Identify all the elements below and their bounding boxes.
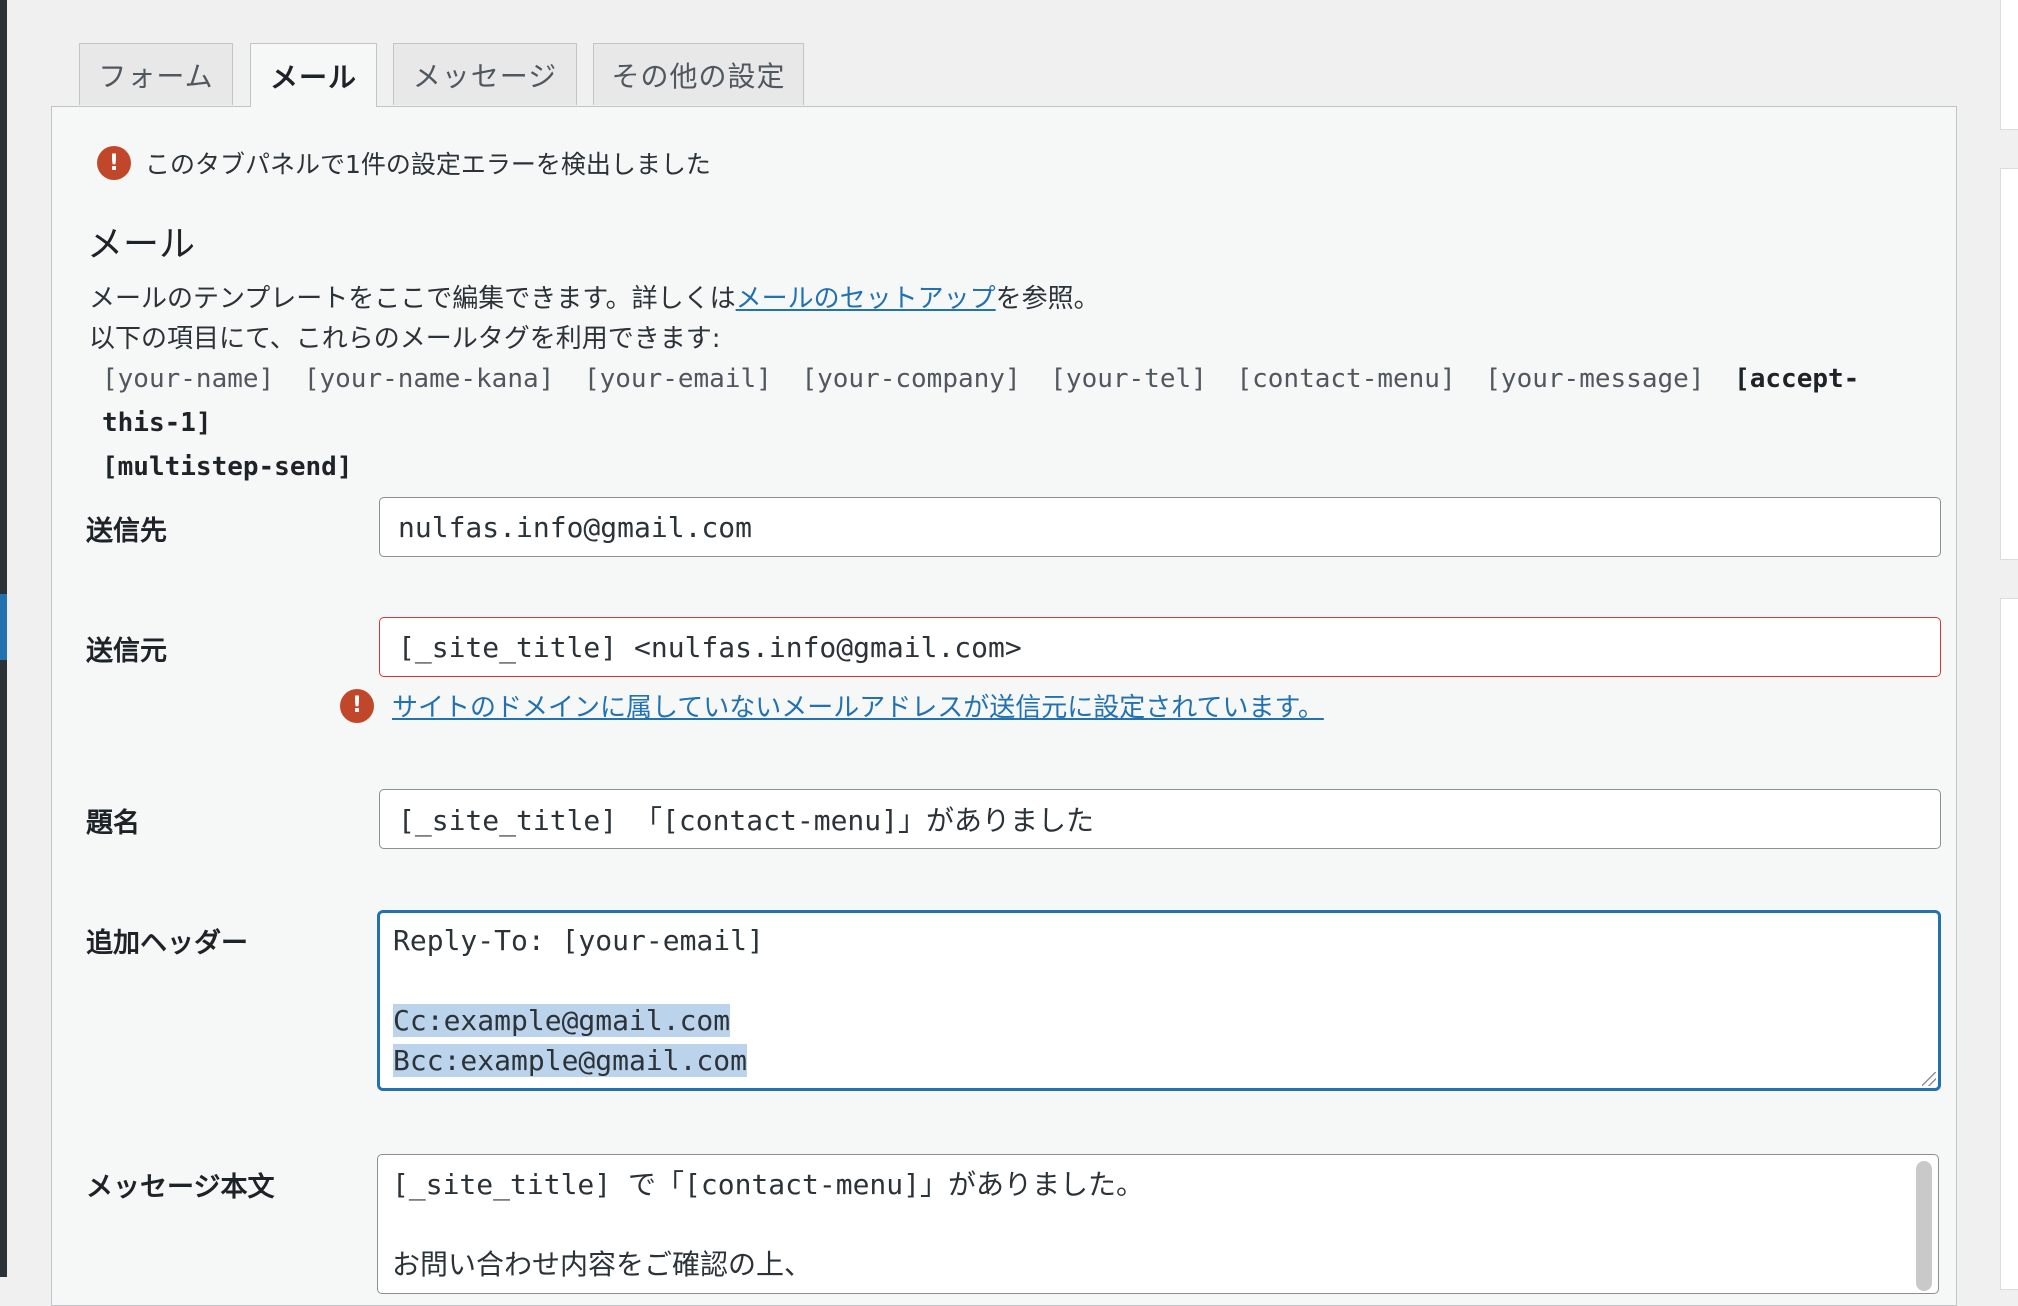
tab-additional-settings[interactable]: その他の設定	[593, 43, 804, 105]
error-summary-text: このタブパネルで1件の設定エラーを検出しました	[145, 150, 711, 179]
additional-headers-label: 追加ヘッダー	[86, 928, 248, 959]
tab-mail[interactable]: メール	[250, 43, 377, 107]
textarea-line	[393, 961, 1925, 1001]
mailtag: [your-name]	[102, 364, 275, 394]
additional-headers-textarea[interactable]: Reply-To: [your-email] Cc:example@gmail.…	[377, 910, 1941, 1091]
message-body-textarea[interactable]: [_site_title] で「[contact-menu]」がありました。 お…	[377, 1154, 1939, 1294]
tab-label: メッセージ	[412, 59, 558, 93]
mailtags-list: [your-name] [your-name-kana] [your-email…	[102, 357, 1922, 489]
mailtags-intro: 以下の項目にて、これらのメールタグを利用できます:	[89, 324, 721, 354]
from-error-link[interactable]: サイトのドメインに属していないメールアドレスが送信元に設定されています。	[392, 687, 1324, 724]
tab-form[interactable]: フォーム	[79, 43, 233, 105]
section-title: メール	[87, 224, 196, 265]
tab-messages[interactable]: メッセージ	[393, 43, 577, 105]
subject-label: 題名	[86, 808, 140, 839]
textarea-line: [_site_title] で「[contact-menu]」がありました。	[392, 1168, 1145, 1201]
side-box	[2000, 168, 2018, 560]
error-icon: !	[97, 146, 131, 180]
to-field[interactable]: nulfas.info@gmail.com	[379, 497, 1941, 557]
error-icon: !	[340, 688, 374, 723]
from-label: 送信元	[86, 636, 167, 667]
description-text: メールのテンプレートをここで編集できます。詳しくは	[89, 284, 736, 314]
subject-field[interactable]: [_site_title] 「[contact-menu]」がありました	[379, 789, 1941, 849]
textarea-line: お問い合わせ内容をご確認の上、	[392, 1248, 813, 1281]
mailtag: [your-message]	[1485, 364, 1705, 394]
mailtag: [your-email]	[583, 364, 772, 394]
textarea-line	[392, 1205, 1924, 1245]
mailtag-used: [multistep-send]	[102, 452, 353, 482]
scrollbar[interactable]	[1916, 1161, 1932, 1291]
message-body-label: メッセージ本文	[86, 1172, 275, 1203]
mail-tab-panel: ! このタブパネルで1件の設定エラーを検出しました メール メールのテンプレート…	[51, 106, 1957, 1306]
resize-handle[interactable]	[1922, 1072, 1936, 1086]
description-text: を参照。	[995, 284, 1100, 314]
textarea-line-selected: Bcc:example@gmail.com	[393, 1044, 748, 1077]
to-label: 送信先	[86, 516, 167, 547]
mailtag: [contact-menu]	[1236, 364, 1456, 394]
from-field-error: ! サイトのドメインに属していないメールアドレスが送信元に設定されています。	[340, 687, 1324, 724]
side-box	[2000, 0, 2018, 130]
side-box	[2000, 598, 2018, 1290]
textarea-line-selected: Cc:example@gmail.com	[393, 1004, 731, 1037]
mail-setup-link[interactable]: メールのセットアップ	[736, 284, 996, 314]
sidebar-active-marker	[0, 594, 7, 660]
mailtag: [your-tel]	[1050, 364, 1207, 394]
config-error-summary: ! このタブパネルで1件の設定エラーを検出しました	[97, 145, 711, 181]
mailtag: [your-name-kana]	[303, 364, 555, 394]
mail-description: メールのテンプレートをここで編集できます。詳しくはメールのセットアップを参照。 …	[89, 279, 1889, 359]
tab-label: フォーム	[98, 59, 214, 93]
from-field[interactable]: [_site_title] <nulfas.info@gmail.com>	[379, 617, 1941, 677]
tab-label: その他の設定	[611, 59, 786, 93]
mailtag: [your-company]	[801, 364, 1021, 394]
tab-label: メール	[269, 60, 357, 94]
textarea-line: Reply-To: [your-email]	[393, 924, 764, 957]
